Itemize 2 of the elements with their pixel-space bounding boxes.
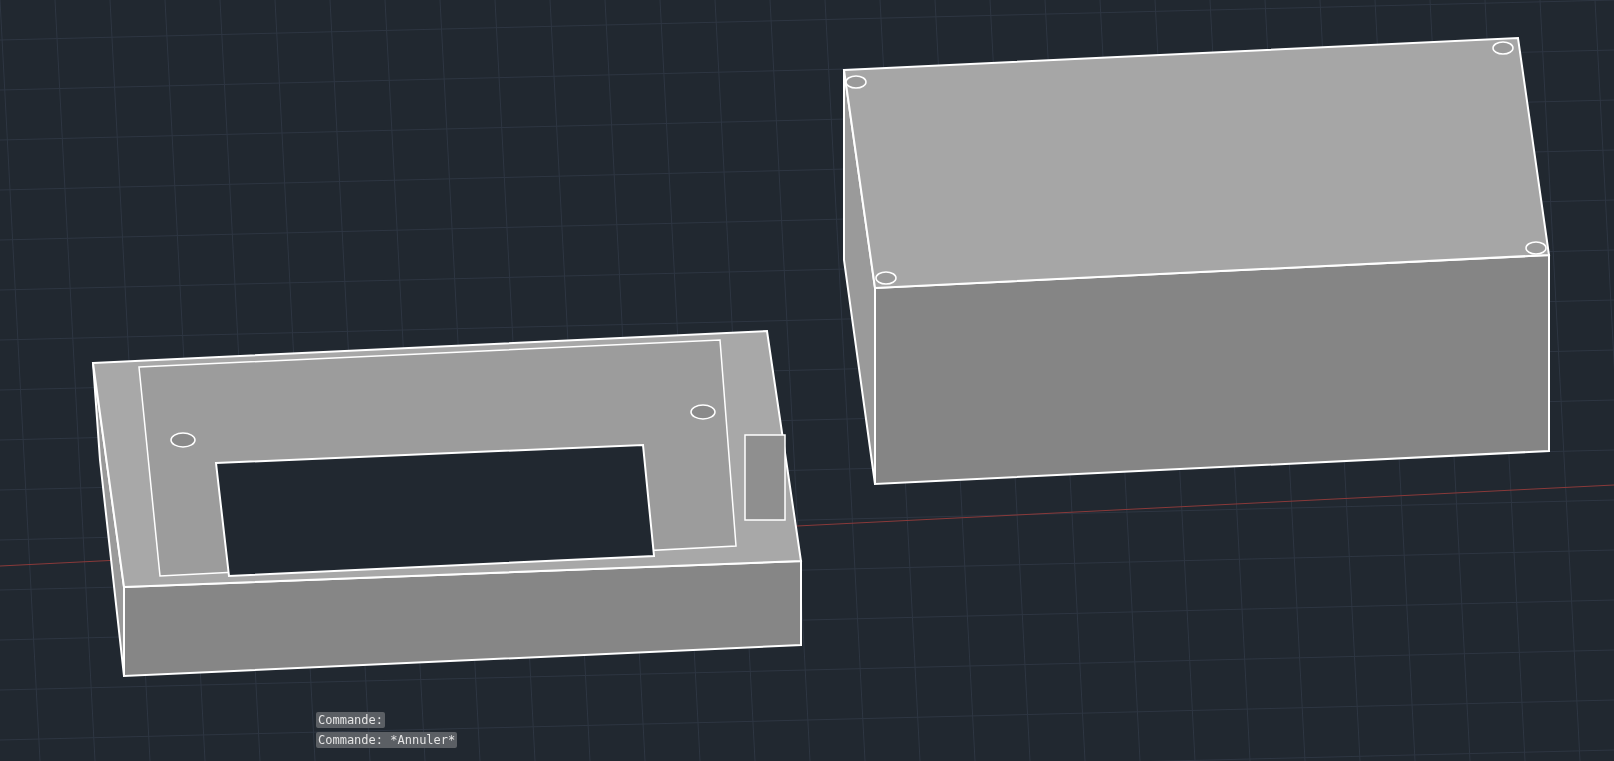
command-line-text: Commande: *Annuler*: [316, 732, 458, 748]
command-line-text: Commande:: [316, 712, 386, 728]
